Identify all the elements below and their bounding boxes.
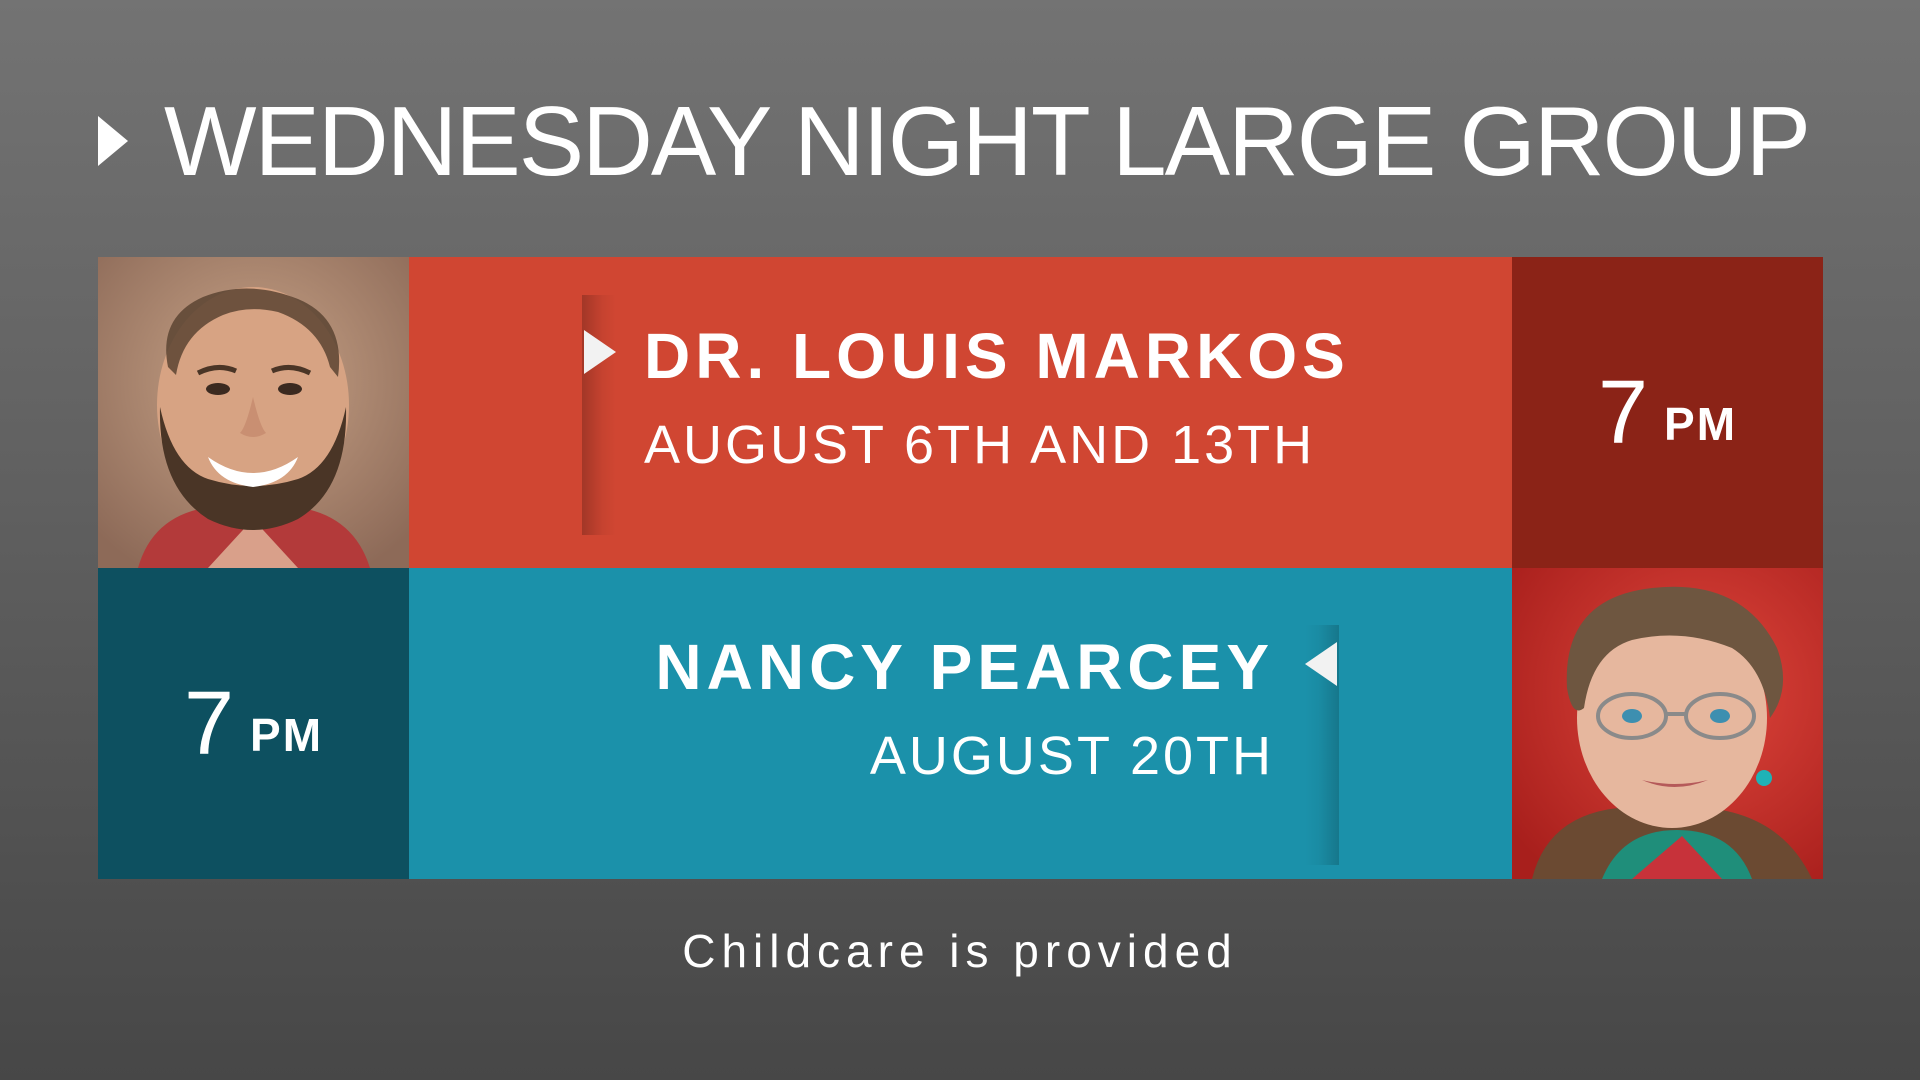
speaker-name: DR. LOUIS MARKOS xyxy=(644,320,1350,392)
speaker-photo-pearcey xyxy=(1512,568,1823,879)
speaker-band-markos xyxy=(409,257,1512,568)
time-number: 7 xyxy=(1597,362,1649,463)
page-title: WEDNESDAY NIGHT LARGE GROUP xyxy=(164,86,1811,196)
triangle-right-icon xyxy=(584,330,616,374)
speaker-name: NANCY PEARCEY xyxy=(655,631,1274,703)
time-box-pearcey: 7 PM xyxy=(98,568,409,879)
header: WEDNESDAY NIGHT LARGE GROUP xyxy=(98,86,1811,196)
time-box-markos: 7 PM xyxy=(1512,257,1823,568)
footer-note: Childcare is provided xyxy=(682,925,1238,977)
speaker-band-pearcey xyxy=(409,568,1512,879)
time-unit: PM xyxy=(250,708,324,761)
speaker-dates: AUGUST 20TH xyxy=(869,726,1274,786)
speaker-photo-markos xyxy=(98,257,409,568)
play-arrow-icon xyxy=(98,116,128,166)
triangle-left-icon xyxy=(1305,642,1337,686)
speaker-dates: AUGUST 6TH AND 13TH xyxy=(644,415,1316,475)
time-number: 7 xyxy=(183,673,235,774)
time-unit: PM xyxy=(1664,397,1738,450)
